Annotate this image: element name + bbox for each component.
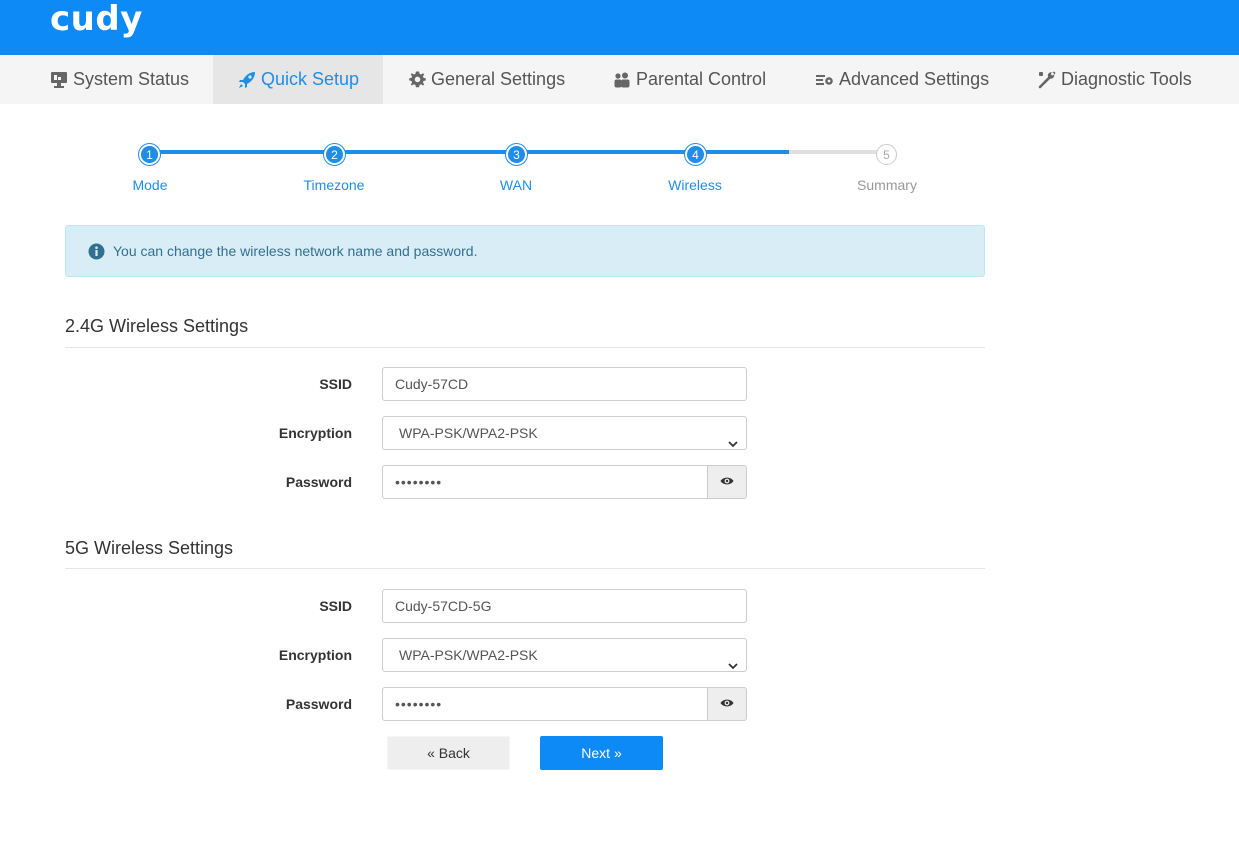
cudy-logo[interactable]: cudy [50, 0, 143, 38]
chevron-down-icon [728, 428, 738, 448]
encryption-value: WPA-PSK/WPA2-PSK [399, 425, 538, 441]
nav-diagnostic-tools[interactable]: Diagnostic Tools [1037, 55, 1197, 104]
encryption-label-5g: Encryption [278, 647, 352, 663]
step-5-circle: 5 [876, 144, 897, 165]
back-button[interactable]: « Back [387, 736, 510, 770]
sliders-gear-icon [815, 70, 835, 90]
password-label-5g: Password [285, 696, 352, 712]
section-title-5g: 5G Wireless Settings [65, 538, 234, 558]
nav-label: Quick Setup [261, 69, 360, 89]
info-alert: You can change the wireless network name… [65, 225, 985, 277]
nav-general-settings[interactable]: General Settings [407, 55, 577, 104]
eye-icon [720, 695, 734, 713]
show-password-button-5g[interactable] [707, 687, 747, 721]
section-title-24g: 2.4G Wireless Settings [65, 316, 249, 336]
password-group-5g: •••••••• [382, 687, 747, 721]
step-3-circle: 3 [506, 144, 527, 165]
stepper-remaining-line [789, 150, 887, 154]
nav-label: Advanced Settings [839, 69, 990, 89]
step-2-circle: 2 [324, 144, 345, 165]
section-divider [65, 568, 985, 569]
password-input-24g[interactable]: •••••••• [382, 465, 708, 499]
info-circle-icon [88, 243, 105, 260]
nav-system-status[interactable]: System Status [49, 55, 199, 104]
ssid-input-5g[interactable]: Cudy-57CD-5G [382, 589, 747, 623]
top-bar: cudy [0, 0, 1239, 55]
rocket-icon [237, 70, 257, 90]
password-label-24g: Password [285, 474, 352, 490]
main-nav: System Status Quick Setup General Settin… [0, 55, 1239, 104]
encryption-select-24g[interactable]: WPA-PSK/WPA2-PSK [382, 416, 747, 450]
nav-label: System Status [73, 69, 190, 89]
nav-label: Diagnostic Tools [1061, 69, 1192, 89]
step-3-label: WAN [499, 177, 533, 193]
nav-advanced-settings[interactable]: Advanced Settings [815, 55, 995, 104]
encryption-select-5g[interactable]: WPA-PSK/WPA2-PSK [382, 638, 747, 672]
users-icon [612, 70, 632, 90]
encryption-label-24g: Encryption [278, 425, 352, 441]
ssid-label-5g: SSID [319, 598, 352, 614]
show-password-button-24g[interactable] [707, 465, 747, 499]
ssid-input-24g[interactable]: Cudy-57CD [382, 367, 747, 401]
password-group-24g: •••••••• [382, 465, 747, 499]
monitor-icon [49, 70, 69, 90]
nav-parental-control[interactable]: Parental Control [612, 55, 782, 104]
step-1-label: Mode [132, 177, 168, 193]
wrench-icon [1037, 70, 1057, 90]
section-divider [65, 347, 985, 348]
next-button[interactable]: Next » [540, 736, 663, 770]
nav-label: General Settings [431, 69, 566, 89]
step-2-label: Timezone [303, 177, 365, 193]
encryption-value: WPA-PSK/WPA2-PSK [399, 647, 538, 663]
eye-icon [720, 473, 734, 491]
gear-icon [407, 70, 427, 90]
step-1-circle: 1 [139, 144, 160, 165]
info-text: You can change the wireless network name… [113, 243, 478, 259]
step-4-label: Wireless [668, 177, 722, 193]
step-4-circle: 4 [685, 144, 706, 165]
step-5-label: Summary [857, 177, 917, 193]
ssid-label-24g: SSID [319, 376, 352, 392]
chevron-down-icon [728, 650, 738, 670]
nav-quick-setup[interactable]: Quick Setup [213, 55, 383, 104]
password-input-5g[interactable]: •••••••• [382, 687, 708, 721]
nav-label: Parental Control [636, 69, 767, 89]
